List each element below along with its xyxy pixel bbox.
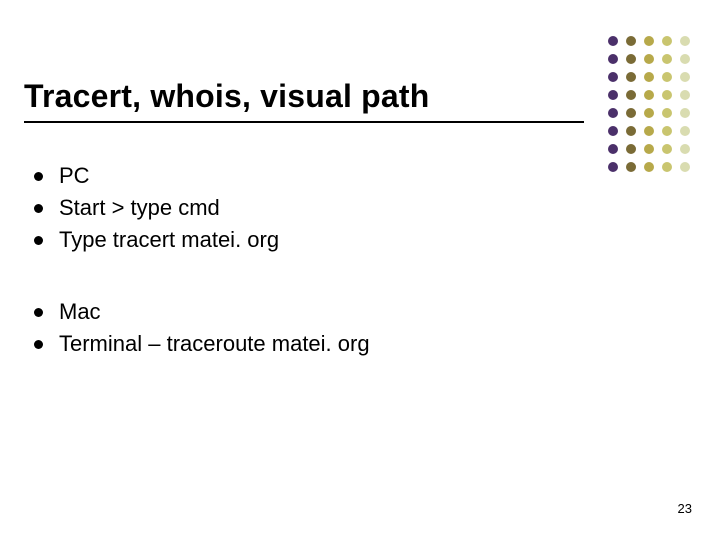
list-item-label: Mac — [59, 296, 101, 328]
title-block: Tracert, whois, visual path — [24, 78, 600, 123]
decor-dot — [644, 144, 654, 154]
decor-dot — [680, 162, 690, 172]
list-item-label: PC — [59, 160, 90, 192]
bullet-icon — [34, 204, 43, 213]
decor-dot-grid — [608, 36, 694, 176]
decor-dot — [626, 54, 636, 64]
decor-dot — [680, 108, 690, 118]
decor-dot — [626, 162, 636, 172]
decor-dot — [644, 36, 654, 46]
decor-dot — [608, 90, 618, 100]
decor-dot — [662, 36, 672, 46]
title-underline — [24, 121, 584, 123]
decor-dot — [608, 72, 618, 82]
decor-dot — [662, 126, 672, 136]
list-item: Terminal – traceroute matei. org — [34, 328, 594, 360]
decor-dot — [626, 144, 636, 154]
decor-dot — [644, 108, 654, 118]
bullet-icon — [34, 236, 43, 245]
list-item: PC — [34, 160, 594, 192]
decor-dot — [608, 126, 618, 136]
decor-dot — [662, 90, 672, 100]
decor-dot — [644, 90, 654, 100]
list-item-label: Terminal – traceroute matei. org — [59, 328, 370, 360]
bullet-icon — [34, 172, 43, 181]
decor-dot — [680, 126, 690, 136]
decor-dot — [662, 144, 672, 154]
decor-dot — [644, 72, 654, 82]
list-item: Mac — [34, 296, 594, 328]
bullet-group-2: Mac Terminal – traceroute matei. org — [34, 296, 594, 360]
decor-dot — [626, 90, 636, 100]
list-item-label: Type tracert matei. org — [59, 224, 279, 256]
content-area: PC Start > type cmd Type tracert matei. … — [34, 160, 594, 399]
decor-dot — [608, 144, 618, 154]
bullet-group-1: PC Start > type cmd Type tracert matei. … — [34, 160, 594, 256]
decor-dot — [662, 108, 672, 118]
decor-dot — [662, 72, 672, 82]
decor-dot — [626, 72, 636, 82]
decor-dot — [662, 54, 672, 64]
decor-dot — [608, 36, 618, 46]
slide-title: Tracert, whois, visual path — [24, 78, 600, 115]
decor-dot — [626, 108, 636, 118]
decor-dot — [608, 108, 618, 118]
page-number: 23 — [678, 501, 692, 516]
decor-dot — [644, 162, 654, 172]
decor-dot — [680, 90, 690, 100]
decor-dot — [644, 126, 654, 136]
bullet-icon — [34, 340, 43, 349]
decor-dot — [626, 126, 636, 136]
decor-dot — [626, 36, 636, 46]
decor-dot — [680, 144, 690, 154]
slide: Tracert, whois, visual path PC Start > t… — [0, 0, 720, 540]
list-item: Type tracert matei. org — [34, 224, 594, 256]
list-item: Start > type cmd — [34, 192, 594, 224]
decor-dot — [608, 54, 618, 64]
decor-dot — [662, 162, 672, 172]
decor-dot — [608, 162, 618, 172]
decor-dot — [680, 54, 690, 64]
bullet-icon — [34, 308, 43, 317]
list-item-label: Start > type cmd — [59, 192, 220, 224]
decor-dot — [680, 36, 690, 46]
decor-dot — [644, 54, 654, 64]
decor-dot — [680, 72, 690, 82]
